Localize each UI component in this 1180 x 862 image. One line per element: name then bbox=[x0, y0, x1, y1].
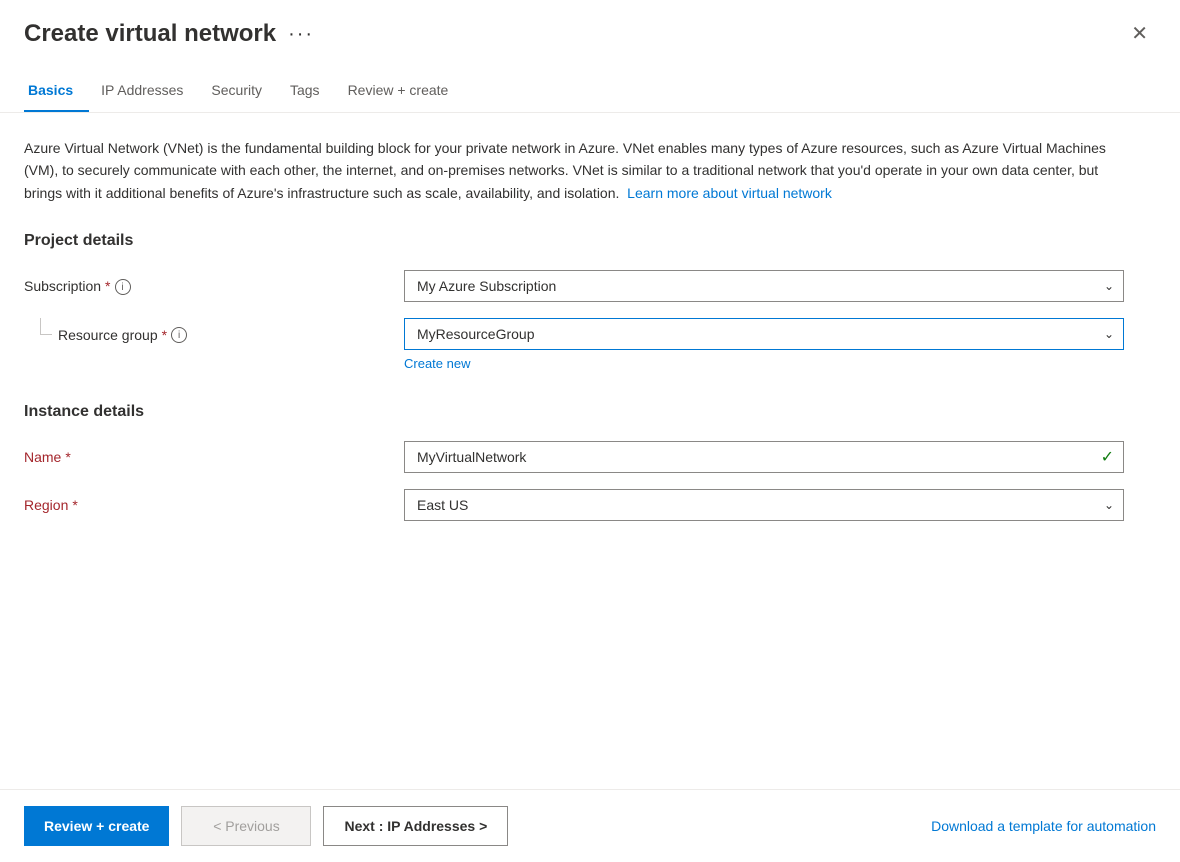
rg-indent-horizontal bbox=[40, 334, 52, 335]
region-dropdown[interactable]: East US East US 2 West US West US 2 Cent… bbox=[404, 489, 1124, 521]
dialog-footer: Review + create < Previous Next : IP Add… bbox=[0, 789, 1180, 862]
menu-dots-icon[interactable]: ··· bbox=[288, 23, 314, 46]
instance-details-title: Instance details bbox=[24, 403, 1156, 421]
review-create-button[interactable]: Review + create bbox=[24, 806, 169, 846]
tab-ip-addresses[interactable]: IP Addresses bbox=[97, 74, 199, 112]
subscription-label-col: Subscription * i bbox=[24, 270, 404, 295]
name-required: * bbox=[65, 449, 70, 465]
region-row: Region * East US East US 2 West US West … bbox=[24, 489, 1156, 521]
tab-security[interactable]: Security bbox=[207, 74, 278, 112]
name-row: Name * ✓ bbox=[24, 441, 1156, 473]
subscription-row: Subscription * i My Azure Subscription ⌄ bbox=[24, 270, 1156, 302]
rg-info-icon[interactable]: i bbox=[171, 327, 187, 343]
create-vnet-dialog: Create virtual network ··· ✕ Basics IP A… bbox=[0, 0, 1180, 862]
rg-required: * bbox=[162, 327, 167, 343]
tab-tags[interactable]: Tags bbox=[286, 74, 336, 112]
rg-label: Resource group bbox=[58, 327, 158, 343]
name-label: Name bbox=[24, 449, 61, 465]
subscription-label: Subscription bbox=[24, 278, 101, 294]
rg-dropdown-wrapper: MyResourceGroup ⌄ bbox=[404, 318, 1124, 350]
tab-review-create[interactable]: Review + create bbox=[344, 74, 465, 112]
instance-details-section: Instance details Name * ✓ Region bbox=[24, 403, 1156, 521]
region-control-col: East US East US 2 West US West US 2 Cent… bbox=[404, 489, 1124, 521]
project-details-section: Project details Subscription * i My Azur… bbox=[24, 232, 1156, 371]
subscription-dropdown[interactable]: My Azure Subscription bbox=[404, 270, 1124, 302]
rg-dropdown[interactable]: MyResourceGroup bbox=[404, 318, 1124, 350]
learn-more-link[interactable]: Learn more about virtual network bbox=[627, 185, 832, 201]
name-input-wrapper: ✓ bbox=[404, 441, 1124, 473]
previous-button[interactable]: < Previous bbox=[181, 806, 311, 846]
rg-label-area: Resource group * i bbox=[24, 318, 404, 343]
name-input[interactable] bbox=[404, 441, 1124, 473]
create-new-rg-link[interactable]: Create new bbox=[404, 356, 470, 371]
region-dropdown-wrapper: East US East US 2 West US West US 2 Cent… bbox=[404, 489, 1124, 521]
tab-basics[interactable]: Basics bbox=[24, 74, 89, 112]
resource-group-row: Resource group * i MyResourceGroup ⌄ Cre… bbox=[24, 318, 1156, 371]
download-template-link[interactable]: Download a template for automation bbox=[931, 818, 1156, 834]
name-control-col: ✓ bbox=[404, 441, 1124, 473]
subscription-dropdown-wrapper: My Azure Subscription ⌄ bbox=[404, 270, 1124, 302]
dialog-title: Create virtual network bbox=[24, 20, 276, 48]
dialog-content: Azure Virtual Network (VNet) is the fund… bbox=[0, 113, 1180, 789]
name-label-col: Name * bbox=[24, 441, 404, 465]
region-label-col: Region * bbox=[24, 489, 404, 513]
region-required: * bbox=[72, 497, 77, 513]
subscription-required: * bbox=[105, 278, 110, 294]
project-details-title: Project details bbox=[24, 232, 1156, 250]
title-area: Create virtual network ··· bbox=[24, 20, 314, 48]
close-button[interactable]: ✕ bbox=[1123, 20, 1156, 48]
subscription-control-col: My Azure Subscription ⌄ bbox=[404, 270, 1124, 302]
rg-control-col: MyResourceGroup ⌄ Create new bbox=[404, 318, 1124, 371]
subscription-info-icon[interactable]: i bbox=[115, 279, 131, 295]
next-button[interactable]: Next : IP Addresses > bbox=[323, 806, 508, 846]
region-label: Region bbox=[24, 497, 68, 513]
description-text: Azure Virtual Network (VNet) is the fund… bbox=[24, 137, 1124, 204]
rg-indent-vertical bbox=[40, 318, 41, 334]
dialog-header: Create virtual network ··· ✕ bbox=[0, 0, 1180, 58]
tab-bar: Basics IP Addresses Security Tags Review… bbox=[0, 58, 1180, 113]
name-valid-icon: ✓ bbox=[1101, 447, 1114, 467]
